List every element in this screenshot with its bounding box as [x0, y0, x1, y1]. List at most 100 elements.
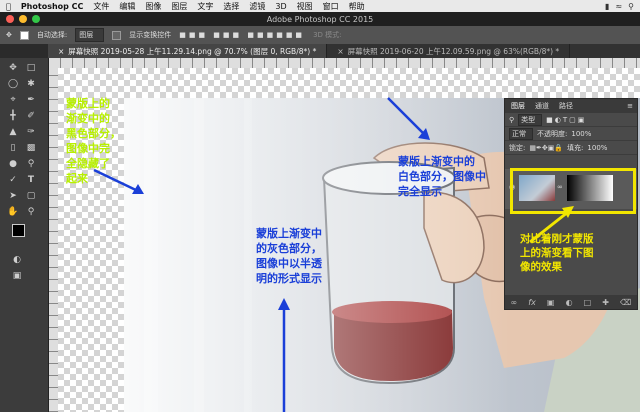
annotation-line: 明的形式显示 [256, 272, 322, 285]
panel-tabs: 图层 通道 路径 ≡ [505, 99, 637, 113]
tab-document-1[interactable]: × 屏幕快照 2019-05-28 上午11.29.14.png @ 70.7%… [48, 44, 328, 58]
trash-icon[interactable]: ⌫ [620, 298, 631, 307]
adjustment-icon[interactable]: ◐ [566, 298, 573, 307]
window-title: Adobe Photoshop CC 2015 [266, 14, 374, 24]
quick-select-tool-icon[interactable]: ✱ [24, 78, 38, 90]
menu-help[interactable]: 帮助 [349, 1, 365, 12]
apple-icon[interactable]:  [6, 2, 11, 11]
blend-mode-dropdown[interactable]: 正常 [509, 127, 533, 140]
lasso-tool-icon[interactable]: ◯ [6, 78, 20, 90]
shape-tool-icon[interactable]: ▢ [24, 190, 38, 202]
layer-kind-dropdown[interactable]: 类型 [518, 113, 543, 126]
battery-icon[interactable]: ▮ [605, 2, 609, 11]
auto-select-label: 自动选择: [36, 31, 68, 39]
pen-tool-icon[interactable]: ✓ [6, 174, 20, 186]
annotation-line: 蒙版上渐变中 [256, 227, 322, 240]
highlight-frame [510, 168, 636, 214]
menu-layer[interactable]: 图层 [171, 1, 187, 12]
align-icons[interactable]: ■■■ ■■■ ■■■■■■ [179, 31, 305, 39]
healing-tool-icon[interactable]: ╋ [6, 110, 20, 122]
panel-menu-icon[interactable]: ≡ [627, 102, 637, 110]
menu-view[interactable]: 视图 [297, 1, 313, 12]
annotation-line: 渐变中的 [66, 112, 110, 125]
type-tool-icon[interactable]: T [24, 174, 38, 186]
clone-stamp-tool-icon[interactable]: ▲ [6, 126, 20, 138]
menu-image[interactable]: 图像 [145, 1, 161, 12]
tab-document-2[interactable]: × 屏幕快照 2019-06-20 上午12.09.59.png @ 63%(R… [327, 44, 571, 58]
app-name[interactable]: Photoshop CC [21, 2, 84, 11]
show-transform-label: 显示变换控件 [129, 31, 172, 39]
fill-label: 填充: [567, 143, 584, 152]
annotation-line: 图像中完 [66, 142, 110, 155]
menu-window[interactable]: 窗口 [323, 1, 339, 12]
menu-file[interactable]: 文件 [93, 1, 109, 12]
options-bar: ✥ 自动选择: 图层 显示变换控件 ■■■ ■■■ ■■■■■■ 3D 模式: [0, 26, 640, 44]
auto-select-dropdown[interactable]: 图层 [75, 28, 105, 42]
annotation-line: 全隐藏了 [66, 157, 110, 170]
filter-icons[interactable]: ■◐T▢▣ [546, 116, 586, 124]
blur-tool-icon[interactable]: ● [6, 158, 20, 170]
eraser-tool-icon[interactable]: ▯ [6, 142, 20, 154]
tools-panel: ✥ □ ◯ ✱ ⌖ ✒ ╋ ✐ ▲ ✑ ▯ ▩ ● ⚲ ✓ T ➤ ▢ ✋ ⚲ … [0, 58, 49, 412]
move-tool-icon[interactable]: ✥ [6, 62, 20, 74]
gradient-tool-icon[interactable]: ▩ [24, 142, 38, 154]
menu-filter[interactable]: 滤镜 [249, 1, 265, 12]
annotation-line: 蒙版上的 [66, 97, 110, 110]
annotation-line: 像的效果 [520, 261, 562, 273]
eyedropper-tool-icon[interactable]: ✒ [24, 94, 38, 106]
menu-bar:  Photoshop CC 文件 编辑 图像 图层 文字 选择 滤镜 3D 视… [0, 0, 640, 12]
fill-value[interactable]: 100% [587, 144, 607, 152]
annotation-line: 黑色部分， [66, 127, 121, 140]
minimize-window-button[interactable] [19, 15, 27, 23]
brush-tool-icon[interactable]: ✐ [24, 110, 38, 122]
foreground-color-swatch[interactable] [12, 224, 25, 237]
move-tool-icon[interactable]: ✥ [6, 31, 12, 39]
tab-label: 屏幕快照 2019-06-20 上午12.09.59.png @ 63%(RGB… [347, 46, 560, 56]
opacity-value[interactable]: 100% [571, 130, 591, 138]
fx-icon[interactable]: fx [528, 298, 536, 307]
close-window-button[interactable] [6, 15, 14, 23]
opacity-label: 不透明度: [537, 129, 568, 138]
history-brush-tool-icon[interactable]: ✑ [24, 126, 38, 138]
hand-tool-icon[interactable]: ✋ [6, 206, 20, 218]
menu-type[interactable]: 文字 [197, 1, 213, 12]
crop-tool-icon[interactable]: ⌖ [6, 94, 20, 106]
menu-edit[interactable]: 编辑 [119, 1, 135, 12]
mode-3d-label: 3D 模式: [313, 31, 342, 39]
search-icon[interactable]: ⚲ [628, 2, 634, 11]
tab-layers[interactable]: 图层 [511, 101, 525, 111]
arrow-white-part [387, 97, 425, 135]
tab-paths[interactable]: 路径 [559, 101, 573, 111]
zoom-window-button[interactable] [32, 15, 40, 23]
wifi-icon[interactable]: ≈ [615, 2, 622, 11]
menu-select[interactable]: 选择 [223, 1, 239, 12]
auto-select-checkbox[interactable] [19, 30, 29, 40]
add-mask-icon[interactable]: ▣ [547, 298, 555, 307]
annotation-white-part: 蒙版上渐变中的 白色部分，图像中 完全显示 [398, 154, 486, 199]
close-tab-icon[interactable]: × [337, 47, 343, 56]
link-layers-icon[interactable]: ∞ [511, 298, 518, 307]
annotation-line: 对比着刚才蒙版 [520, 233, 594, 245]
new-layer-icon[interactable]: ✚ [602, 298, 609, 307]
close-tab-icon[interactable]: × [58, 47, 64, 56]
zoom-tool-icon[interactable]: ⚲ [24, 206, 38, 218]
path-select-tool-icon[interactable]: ➤ [6, 190, 20, 202]
show-transform-checkbox[interactable] [112, 30, 122, 40]
annotation-line: 图像中以半透 [256, 257, 322, 270]
document-tabs: × 屏幕快照 2019-05-28 上午11.29.14.png @ 70.7%… [48, 44, 640, 58]
quick-mask-icon[interactable]: ◐ [10, 254, 24, 266]
status-icons: ▮ ≈ ⚲ [605, 0, 634, 12]
dodge-tool-icon[interactable]: ⚲ [24, 158, 38, 170]
annotation-line: 蒙版上渐变中的 [398, 155, 475, 168]
panel-footer: ∞ fx ▣ ◐ □ ✚ ⌫ [505, 295, 637, 309]
annotation-line: 白色部分，图像中 [398, 170, 486, 183]
marquee-tool-icon[interactable]: □ [24, 62, 38, 74]
tab-channels[interactable]: 通道 [535, 101, 549, 111]
folder-icon[interactable]: □ [584, 298, 592, 307]
menu-3d[interactable]: 3D [275, 2, 286, 11]
annotation-line: 的灰色部分， [256, 242, 322, 255]
annotation-line: 上的渐变看下图 [520, 247, 594, 259]
annotation-compare: 对比着刚才蒙版 上的渐变看下图 像的效果 [520, 232, 594, 274]
screen-mode-icon[interactable]: ▣ [10, 270, 24, 282]
lock-icons[interactable]: ▦✒✥▣🔒 [529, 144, 563, 152]
